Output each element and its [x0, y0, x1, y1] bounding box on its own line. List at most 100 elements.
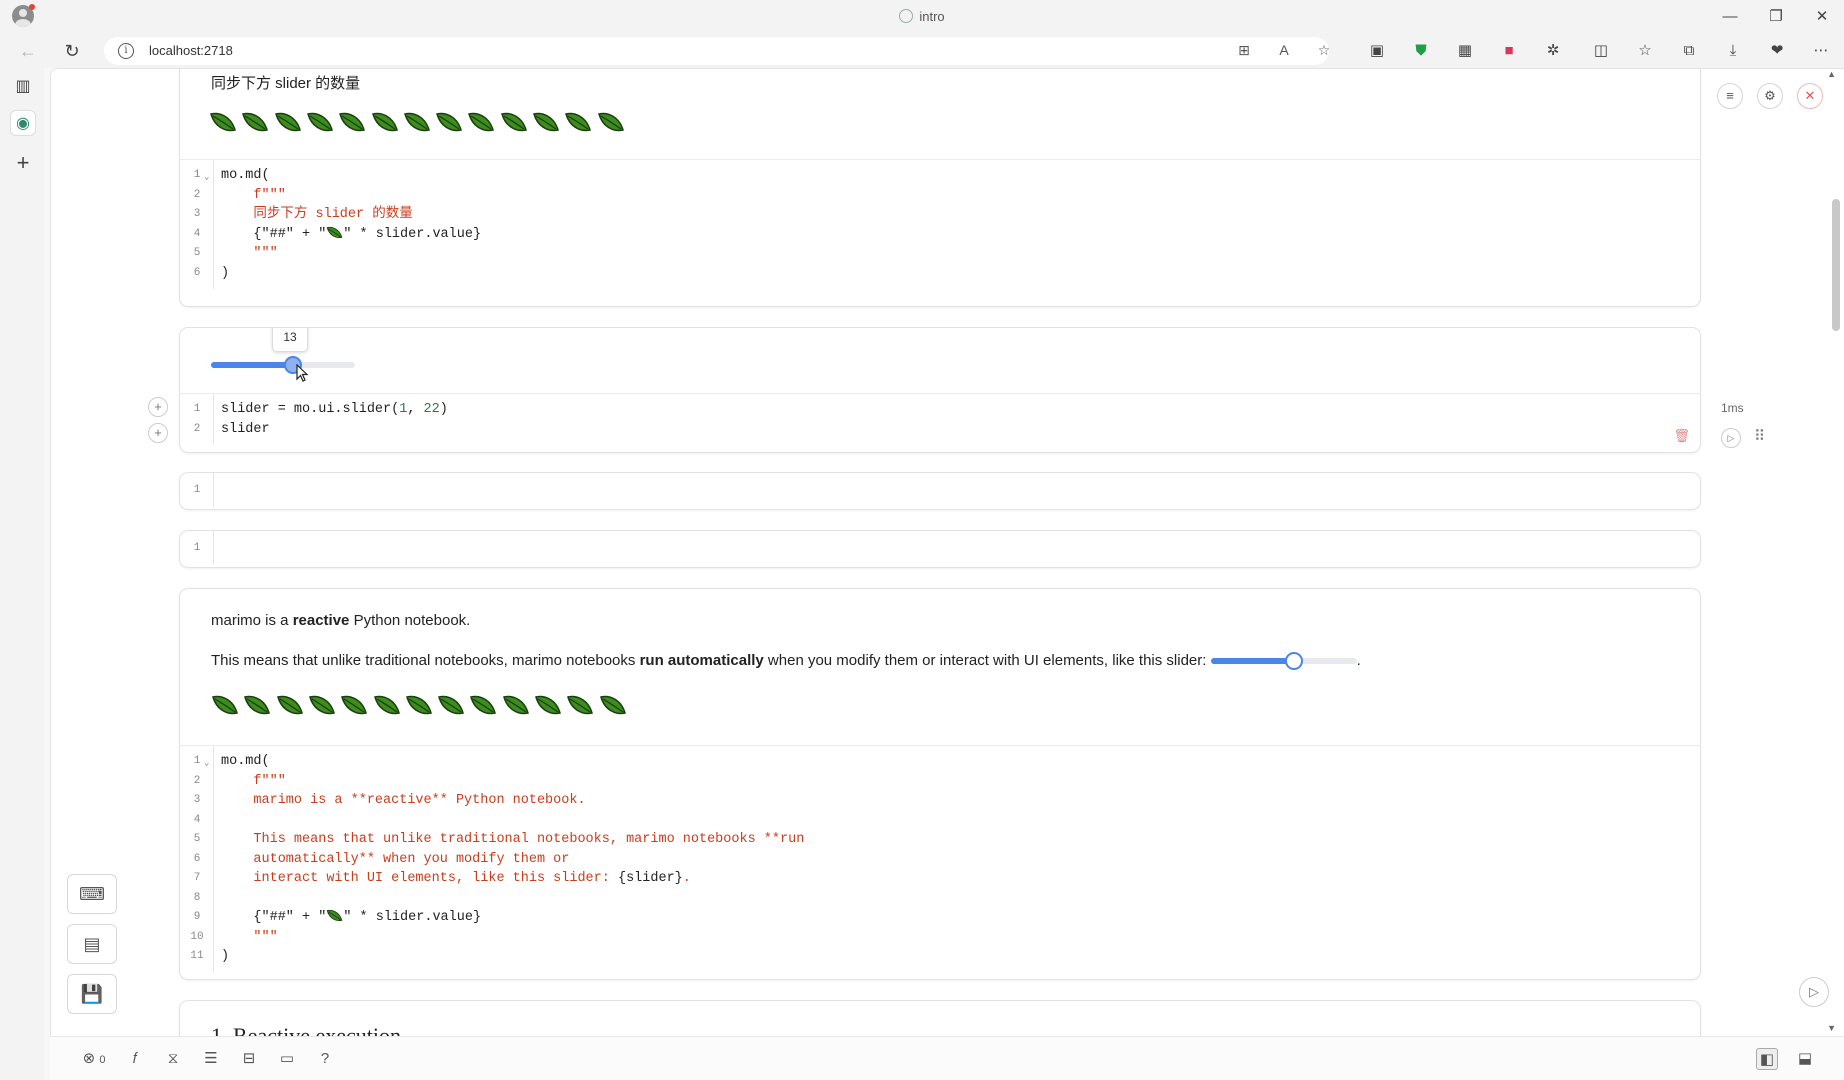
cell-empty[interactable]: 1 — [179, 530, 1701, 568]
leaf-emoji-icon — [373, 693, 401, 717]
code-line[interactable]: 5 """ — [180, 244, 1700, 264]
extension-icon[interactable]: ▣ — [1365, 40, 1389, 62]
code-line[interactable]: 4 — [180, 811, 1700, 831]
settings-gear-icon[interactable]: ⚙ — [1757, 83, 1783, 109]
code-text: ) — [221, 265, 230, 281]
code-line[interactable]: 7 interact with UI elements, like this s… — [180, 869, 1700, 889]
downloads-icon[interactable]: ⤓ — [1721, 40, 1745, 62]
variables-icon[interactable]: 𝑓 — [124, 1048, 146, 1070]
code-line[interactable]: 5 This means that unlike traditional not… — [180, 830, 1700, 850]
code-line[interactable]: 2 slider — [180, 420, 1700, 440]
code-line[interactable]: 3 marimo is a **reactive** Python notebo… — [180, 791, 1700, 811]
slider-thumb[interactable] — [1284, 652, 1303, 671]
dependency-graph-icon[interactable]: ⧖ — [162, 1048, 184, 1070]
code-editor[interactable]: 1 — [180, 473, 1700, 507]
outline-icon[interactable]: ☰ — [200, 1048, 222, 1070]
url-text[interactable]: localhost:2718 — [149, 43, 233, 58]
layout-icon[interactable]: ▤ — [67, 924, 117, 964]
address-bar[interactable]: i localhost:2718 ⊞ A ☆ — [104, 37, 1330, 65]
shield-extension-icon[interactable]: ⛊ — [1409, 40, 1433, 62]
code-line[interactable]: 1 ⌄ mo.md( — [180, 752, 1700, 772]
translate-extension-icon[interactable]: ■ — [1497, 40, 1521, 62]
shutdown-close-icon[interactable]: ✕ — [1797, 83, 1823, 109]
code-line[interactable]: 9 {"##" + " " * slider.value} — [180, 908, 1700, 928]
code-line[interactable]: 6 automatically** when you modify them o… — [180, 850, 1700, 870]
code-line[interactable]: 2 f""" — [180, 772, 1700, 792]
drag-handle-icon[interactable]: ⠿ — [1754, 427, 1765, 445]
code-text: """ — [221, 246, 278, 261]
intro-paragraph-1: marimo is a reactive Python notebook. — [211, 612, 471, 629]
add-cell-below-icon[interactable]: + — [148, 423, 168, 443]
cell-slider-definition[interactable]: 13 1 slider = mo.ui.slider(1, 22) 2 slider … — [179, 327, 1701, 453]
line-number: 3 — [193, 208, 201, 220]
favorite-star-icon[interactable]: ☆ — [1314, 42, 1334, 60]
reload-icon[interactable]: ↻ — [60, 40, 84, 62]
delete-cell-icon[interactable]: 🗑 — [1673, 428, 1690, 444]
leaf-emoji-icon — [467, 110, 495, 134]
cell-heading[interactable]: 1. Reactive execution — [179, 1000, 1701, 1036]
scroll-up-arrow-icon[interactable]: ▲ — [1827, 69, 1836, 79]
browser-essentials-icon[interactable]: ❤ — [1765, 40, 1789, 62]
code-text: interact with UI elements, like this sli… — [221, 871, 691, 886]
slider-track[interactable] — [211, 356, 355, 374]
code-line[interactable]: 3 同步下方 slider 的数量 — [180, 205, 1700, 225]
close-window-button[interactable]: ✕ — [1808, 6, 1836, 28]
help-icon[interactable]: ? — [314, 1048, 336, 1070]
code-editor[interactable]: 1 — [180, 531, 1700, 565]
cell-markdown-slider-sync[interactable]: 同步下方 slider 的数量 1 ⌄ mo.md(2 f""" 3 同步下方 sli… — [179, 69, 1701, 307]
tab-actions-icon[interactable]: ▥ — [10, 74, 36, 100]
code-line[interactable]: 4 {"##" + " " * slider.value} — [180, 225, 1700, 245]
errors-status[interactable]: ⊗ 0 — [76, 1048, 112, 1070]
run-cell-icon[interactable]: ▷ — [1721, 428, 1741, 448]
run-all-icon[interactable]: ▷ — [1799, 977, 1829, 1007]
save-icon[interactable]: 💾 — [67, 974, 117, 1014]
line-number: 4 — [193, 227, 201, 240]
app-available-icon[interactable]: ⊞ — [1234, 42, 1254, 60]
menu-lines-icon[interactable]: ≡ — [1717, 83, 1743, 109]
leaf-emoji-icon — [241, 110, 269, 134]
code-text: """ — [221, 929, 278, 945]
line-number: 8 — [193, 891, 201, 904]
read-aloud-icon[interactable]: A — [1274, 42, 1294, 60]
extensions-puzzle-icon[interactable]: ✲ — [1541, 40, 1565, 62]
restore-button[interactable]: ❐ — [1762, 6, 1790, 28]
keyboard-shortcuts-icon[interactable]: ⌨ — [67, 874, 117, 914]
code-editor[interactable]: 1 ⌄ mo.md(2 f""" 3 同步下方 slider 的数量 4 {"##" +… — [180, 160, 1700, 289]
browser-toolbar: ← ↻ i localhost:2718 ⊞ A ☆ — [0, 34, 1844, 68]
code-line[interactable]: 8 — [180, 889, 1700, 909]
more-menu-icon[interactable]: ⋯ — [1809, 40, 1833, 62]
code-editor[interactable]: 1 slider = mo.ui.slider(1, 22) 2 slider — [180, 394, 1700, 445]
horizontal-layout-icon[interactable]: ⬓ — [1794, 1048, 1816, 1070]
qr-extension-icon[interactable]: ▦ — [1453, 40, 1477, 62]
documentation-icon[interactable]: ▭ — [276, 1048, 298, 1070]
line-number: 11 — [190, 950, 204, 962]
line-number: 6 — [193, 266, 201, 279]
cell-markdown-intro[interactable]: marimo is a reactive Python notebook. Th… — [179, 588, 1701, 980]
favorites-icon[interactable]: ☆ — [1633, 40, 1657, 62]
code-line[interactable]: 6) — [180, 264, 1700, 284]
add-cell-above-icon[interactable]: + — [148, 397, 168, 417]
split-screen-icon[interactable]: ◫ — [1589, 40, 1613, 62]
back-arrow-icon[interactable]: ← — [16, 40, 40, 62]
snippets-icon[interactable]: ⊟ — [238, 1048, 260, 1070]
code-line[interactable]: 1 slider = mo.ui.slider(1, 22) — [180, 400, 1700, 420]
minimize-button[interactable]: — — [1716, 6, 1744, 28]
leaf-emoji-icon — [308, 693, 336, 717]
code-line[interactable]: 11) — [180, 947, 1700, 967]
code-line[interactable]: 1 ⌄ mo.md( — [180, 166, 1700, 186]
scroll-down-arrow-icon[interactable]: ▼ — [1827, 1023, 1836, 1033]
active-tab-icon[interactable]: ◉ — [10, 110, 36, 136]
new-tab-plus-icon[interactable]: + — [10, 150, 36, 176]
code-line[interactable]: 2 f""" — [180, 186, 1700, 206]
vertical-layout-icon[interactable]: ◧ — [1756, 1048, 1778, 1070]
code-line[interactable]: 10 """ — [180, 928, 1700, 948]
site-info-icon[interactable]: i — [118, 43, 134, 59]
code-text: slider = mo.ui.slider(1, 22) — [221, 402, 448, 417]
cell-empty[interactable]: 1 — [179, 472, 1701, 510]
collections-icon[interactable]: ⧉ — [1677, 40, 1701, 62]
line-number: 5 — [193, 833, 201, 845]
scrollbar-thumb[interactable] — [1832, 199, 1840, 331]
inline-slider[interactable] — [1210, 652, 1357, 671]
line-number: 2 — [193, 188, 201, 201]
code-editor[interactable]: 1 ⌄ mo.md(2 f""" 3 marimo is a **reactive**… — [180, 746, 1700, 973]
